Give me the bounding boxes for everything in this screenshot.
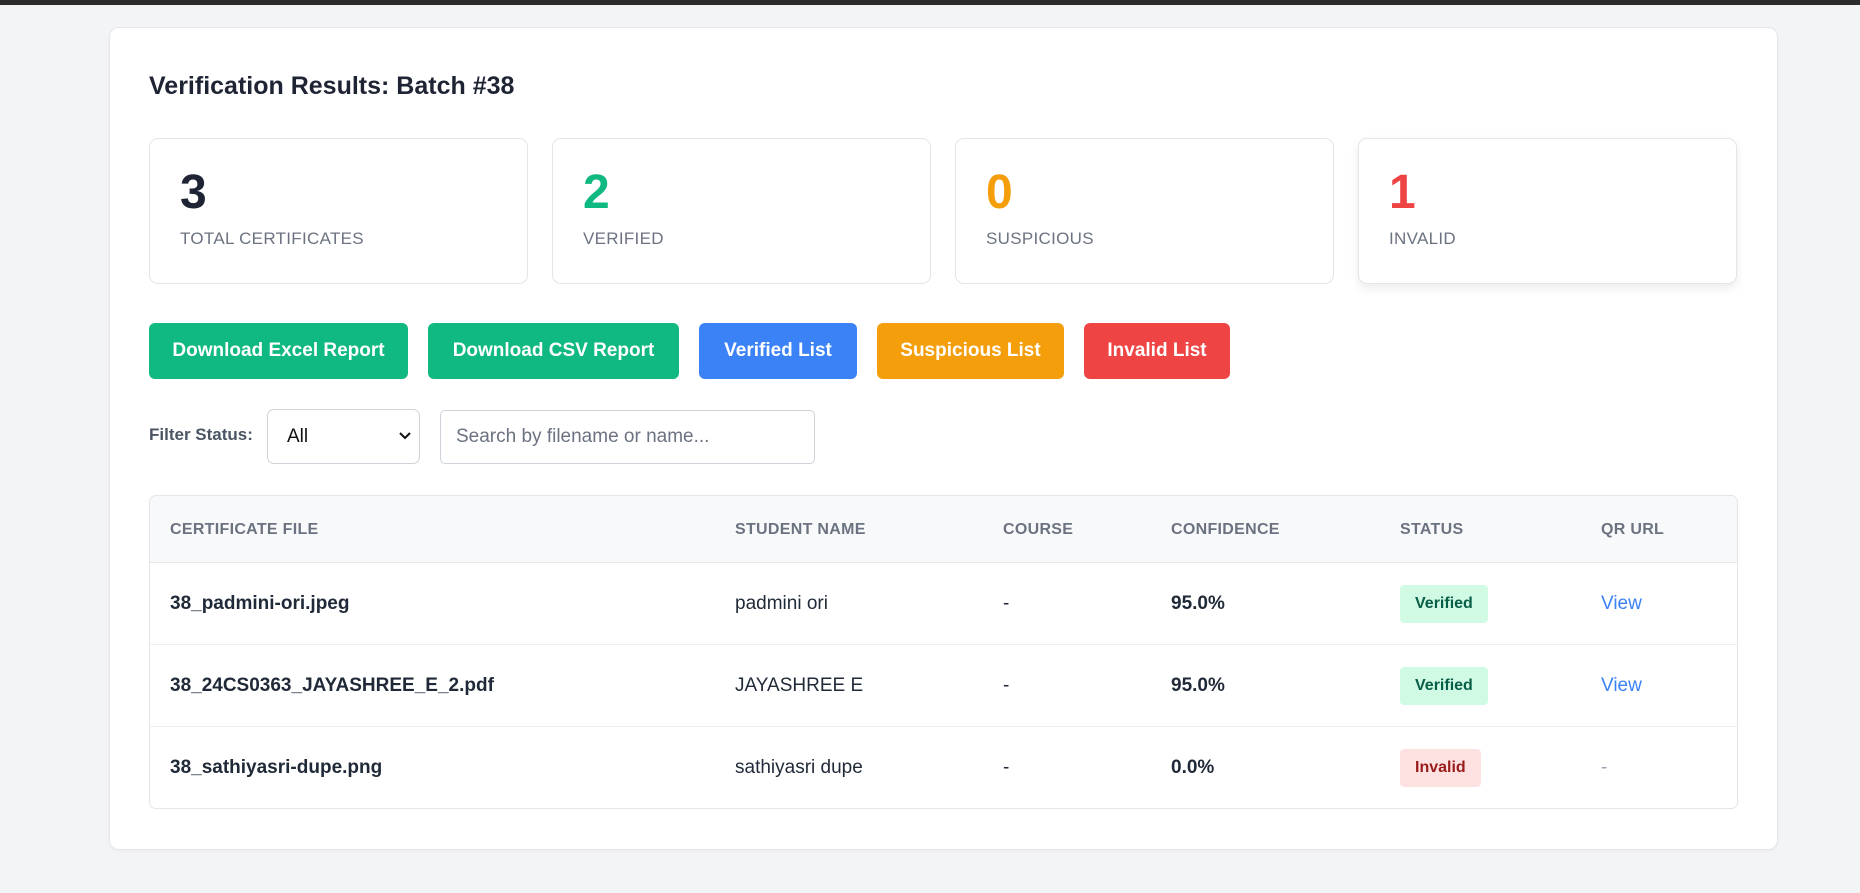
stat-label-total: TOTAL CERTIFICATES <box>180 229 364 248</box>
suspicious-list-button[interactable]: Suspicious List <box>877 323 1064 379</box>
page-title: Verification Results: Batch #38 <box>149 72 515 100</box>
column-header-qr: QR URL <box>1601 521 1665 538</box>
cell-course: - <box>1003 593 1010 614</box>
column-header-student: STUDENT NAME <box>735 521 866 538</box>
status-filter-value: All <box>287 425 309 447</box>
verified-list-button[interactable]: Verified List <box>699 323 857 379</box>
stat-card-verified: 2 VERIFIED <box>552 138 931 284</box>
status-filter-select[interactable]: All <box>267 409 420 464</box>
cell-qr: View <box>1601 563 1642 645</box>
stat-label-invalid: INVALID <box>1389 229 1456 248</box>
column-header-file: CERTIFICATE FILE <box>170 521 319 538</box>
cell-file: 38_sathiyasri-dupe.png <box>170 757 383 778</box>
cell-course: - <box>1003 757 1010 778</box>
download-csv-button[interactable]: Download CSV Report <box>428 323 679 379</box>
filter-status-label: Filter Status: <box>149 425 253 444</box>
status-badge: Verified <box>1400 585 1488 623</box>
cell-file: 38_padmini-ori.jpeg <box>170 593 350 614</box>
stat-value-invalid: 1 <box>1389 166 1416 219</box>
stat-card-invalid: 1 INVALID <box>1358 138 1737 284</box>
stat-label-verified: VERIFIED <box>583 229 664 248</box>
cell-qr: View <box>1601 645 1642 727</box>
download-excel-button[interactable]: Download Excel Report <box>149 323 408 379</box>
cell-qr: - <box>1601 757 1608 778</box>
qr-view-link[interactable]: View <box>1601 675 1642 697</box>
status-badge: Invalid <box>1400 749 1481 787</box>
table-row: 38_sathiyasri-dupe.png sathiyasri dupe -… <box>150 727 1737 808</box>
window-top-bar <box>0 0 1860 5</box>
stat-card-total: 3 TOTAL CERTIFICATES <box>149 138 528 284</box>
column-header-status: STATUS <box>1400 521 1464 538</box>
stat-value-suspicious: 0 <box>986 166 1013 219</box>
cell-course: - <box>1003 675 1010 696</box>
stat-card-suspicious: 0 SUSPICIOUS <box>955 138 1334 284</box>
cell-confidence: 95.0% <box>1171 675 1225 696</box>
status-badge: Verified <box>1400 667 1488 705</box>
cell-confidence: 0.0% <box>1171 757 1215 778</box>
cell-file: 38_24CS0363_JAYASHREE_E_2.pdf <box>170 675 494 696</box>
cell-confidence: 95.0% <box>1171 593 1225 614</box>
column-header-confidence: CONFIDENCE <box>1171 521 1280 538</box>
qr-view-link[interactable]: View <box>1601 593 1642 615</box>
stat-value-verified: 2 <box>583 166 610 219</box>
cell-status: Verified <box>1400 645 1488 727</box>
results-table: CERTIFICATE FILE STUDENT NAME COURSE CON… <box>149 495 1738 809</box>
search-input[interactable] <box>440 410 815 464</box>
stat-label-suspicious: SUSPICIOUS <box>986 229 1094 248</box>
table-row: 38_padmini-ori.jpeg padmini ori - 95.0% … <box>150 563 1737 645</box>
cell-student: padmini ori <box>735 593 828 614</box>
cell-status: Invalid <box>1400 727 1481 808</box>
table-header: CERTIFICATE FILE STUDENT NAME COURSE CON… <box>150 496 1737 563</box>
column-header-course: COURSE <box>1003 521 1074 538</box>
cell-status: Verified <box>1400 563 1488 645</box>
stat-value-total: 3 <box>180 166 207 219</box>
invalid-list-button[interactable]: Invalid List <box>1084 323 1230 379</box>
chevron-down-icon <box>399 432 411 440</box>
cell-student: JAYASHREE E <box>735 675 864 696</box>
table-row: 38_24CS0363_JAYASHREE_E_2.pdf JAYASHREE … <box>150 645 1737 727</box>
cell-student: sathiyasri dupe <box>735 757 863 778</box>
